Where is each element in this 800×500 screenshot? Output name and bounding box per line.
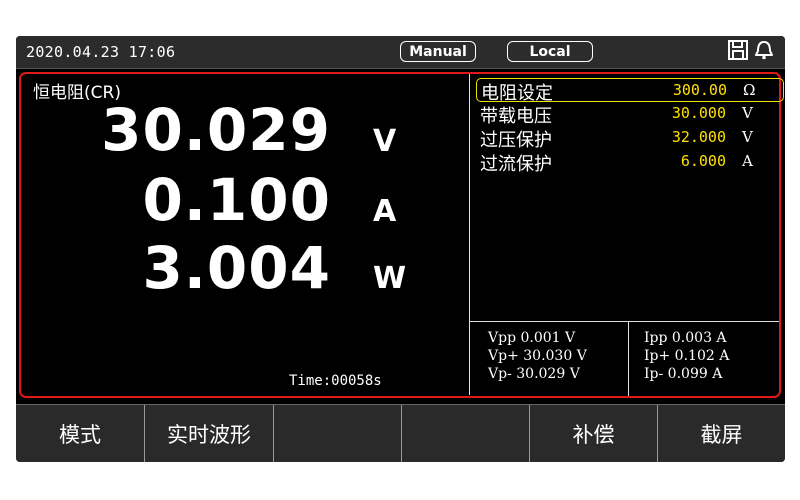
softkey-realtime-waveform[interactable]: 实时波形 <box>145 405 274 462</box>
manual-badge[interactable]: Manual <box>400 41 476 62</box>
current-stats: Ipp 0.003 A Ip+ 0.102 A Ip- 0.099 A <box>629 322 779 396</box>
ip-minus-stat: Ip- 0.099 A <box>644 366 723 382</box>
vpp-stat: Vpp 0.001 V <box>488 330 576 346</box>
param-unit: V <box>742 128 753 146</box>
param-value: 30.000 <box>671 104 726 122</box>
measurement-panel: 恒电阻(CR) 30.029 V 0.100 A 3.004 W Time:00… <box>19 72 784 398</box>
softkey-screenshot[interactable]: 截屏 <box>658 405 785 462</box>
param-load-voltage[interactable]: 带载电压 30.000 V <box>476 102 784 127</box>
param-overvoltage-protection[interactable]: 过压保护 32.000 V <box>476 126 784 151</box>
param-value: 300.00 <box>672 81 727 99</box>
save-icon[interactable] <box>727 39 749 65</box>
power-value: 3.004 <box>142 234 331 302</box>
ipp-stat: Ipp 0.003 A <box>644 330 727 346</box>
softkey-bar: 模式 实时波形 补偿 截屏 <box>16 404 785 462</box>
param-unit: A <box>742 152 753 170</box>
stats-panel: Vpp 0.001 V Vp+ 30.030 V Vp- 30.029 V Ip… <box>470 321 779 396</box>
param-label: 过压保护 <box>480 130 552 151</box>
current-value: 0.100 <box>142 166 331 234</box>
vp-minus-stat: Vp- 30.029 V <box>488 366 580 382</box>
parameter-area: 电阻设定 300.00 Ω 带载电压 30.000 V 过压保护 32.000 … <box>469 74 784 396</box>
readings-area: 恒电阻(CR) 30.029 V 0.100 A 3.004 W Time:00… <box>21 74 469 395</box>
softkey-compensation[interactable]: 补偿 <box>530 405 658 462</box>
voltage-unit: V <box>373 124 397 159</box>
param-resistance-setting[interactable]: 电阻设定 300.00 Ω <box>476 78 784 104</box>
param-label: 带载电压 <box>480 106 552 127</box>
bell-icon[interactable] <box>753 39 775 65</box>
status-bar: 2020.04.23 17:06 Manual Local <box>16 36 785 69</box>
param-label: 过流保护 <box>480 154 552 175</box>
param-value: 6.000 <box>680 152 726 170</box>
current-unit: A <box>373 194 397 229</box>
local-badge[interactable]: Local <box>507 41 593 62</box>
param-overcurrent-protection[interactable]: 过流保护 6.000 A <box>476 150 784 175</box>
param-unit: Ω <box>743 81 756 99</box>
param-value: 32.000 <box>671 128 726 146</box>
voltage-value: 30.029 <box>101 96 331 164</box>
voltage-stats: Vpp 0.001 V Vp+ 30.030 V Vp- 30.029 V <box>470 322 629 396</box>
softkey-mode[interactable]: 模式 <box>16 405 145 462</box>
elapsed-time: Time:00058s <box>289 373 382 389</box>
softkey-empty-3[interactable] <box>274 405 402 462</box>
power-unit: W <box>373 261 407 296</box>
softkey-empty-4[interactable] <box>402 405 530 462</box>
vp-plus-stat: Vp+ 30.030 V <box>488 348 587 364</box>
datetime: 2020.04.23 17:06 <box>26 43 176 61</box>
param-unit: V <box>742 104 753 122</box>
instrument-screen: 2020.04.23 17:06 Manual Local 恒电阻(CR) 30… <box>16 36 785 462</box>
ip-plus-stat: Ip+ 0.102 A <box>644 348 730 364</box>
